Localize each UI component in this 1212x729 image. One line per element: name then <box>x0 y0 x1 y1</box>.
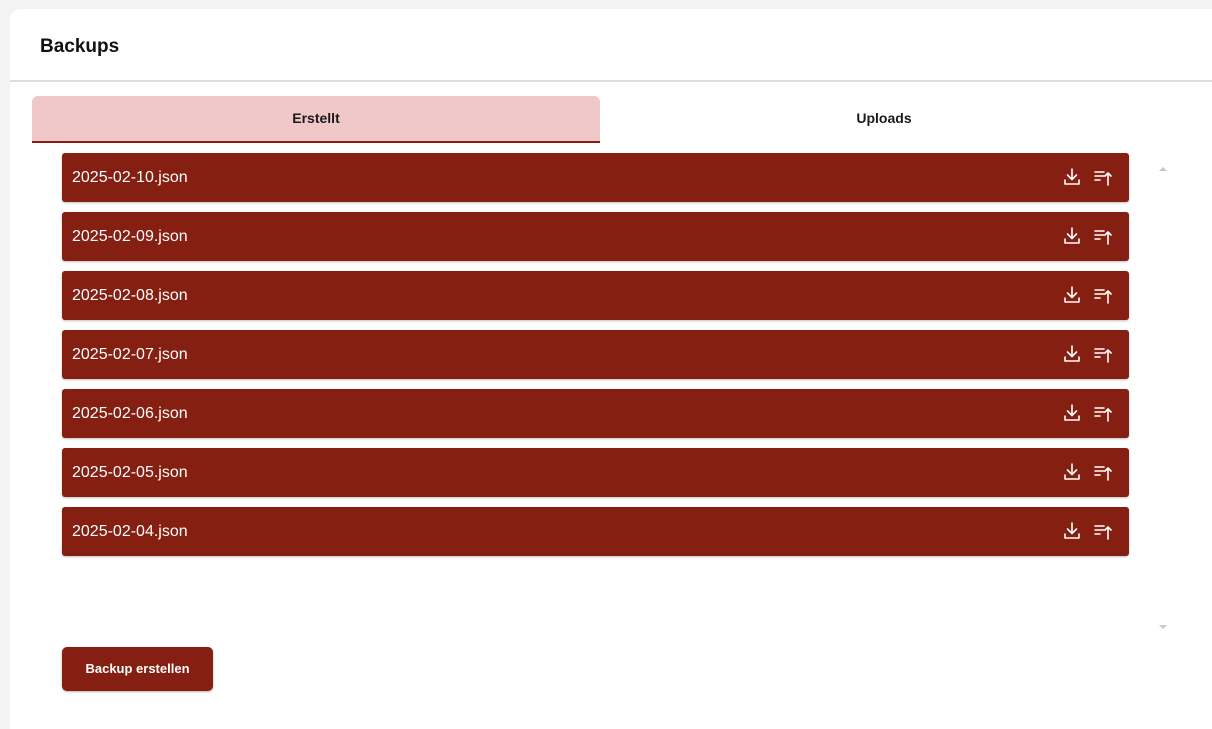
restore-icon[interactable] <box>1093 226 1113 246</box>
download-icon[interactable] <box>1062 403 1082 423</box>
page-title: Backups <box>40 36 120 57</box>
backup-row[interactable]: 2025-02-08.json <box>62 271 1129 320</box>
create-backup-button[interactable]: Backup erstellen <box>62 647 213 691</box>
backup-row[interactable]: 2025-02-05.json <box>62 448 1129 497</box>
backup-row[interactable]: 2025-02-04.json <box>62 507 1129 556</box>
backup-list: 2025-02-10.json 2025-02-09.json 2025-02-… <box>62 153 1130 623</box>
card-header: Backups <box>10 9 1212 82</box>
backup-filename: 2025-02-09.json <box>72 228 188 245</box>
backup-row[interactable]: 2025-02-07.json <box>62 330 1129 379</box>
backup-row[interactable]: 2025-02-10.json <box>62 153 1129 202</box>
download-icon[interactable] <box>1062 344 1082 364</box>
tab-erstellt[interactable]: Erstellt <box>32 96 600 143</box>
download-icon[interactable] <box>1062 462 1082 482</box>
tab-bar: Erstellt Uploads <box>32 96 1168 143</box>
download-icon[interactable] <box>1062 226 1082 246</box>
restore-icon[interactable] <box>1093 344 1113 364</box>
restore-icon[interactable] <box>1093 521 1113 541</box>
download-icon[interactable] <box>1062 285 1082 305</box>
backup-row[interactable]: 2025-02-09.json <box>62 212 1129 261</box>
download-icon[interactable] <box>1062 521 1082 541</box>
restore-icon[interactable] <box>1093 462 1113 482</box>
backup-filename: 2025-02-04.json <box>72 523 188 540</box>
scroll-up-arrow[interactable] <box>1158 160 1168 171</box>
scroll-down-arrow[interactable] <box>1158 618 1168 629</box>
backup-filename: 2025-02-07.json <box>72 346 188 363</box>
backup-filename: 2025-02-05.json <box>72 464 188 481</box>
download-icon[interactable] <box>1062 167 1082 187</box>
tab-uploads[interactable]: Uploads <box>600 96 1168 141</box>
restore-icon[interactable] <box>1093 403 1113 423</box>
backup-filename: 2025-02-06.json <box>72 405 188 422</box>
backup-filename: 2025-02-08.json <box>72 287 188 304</box>
restore-icon[interactable] <box>1093 285 1113 305</box>
backup-row[interactable]: 2025-02-06.json <box>62 389 1129 438</box>
restore-icon[interactable] <box>1093 167 1113 187</box>
backup-filename: 2025-02-10.json <box>72 169 188 186</box>
